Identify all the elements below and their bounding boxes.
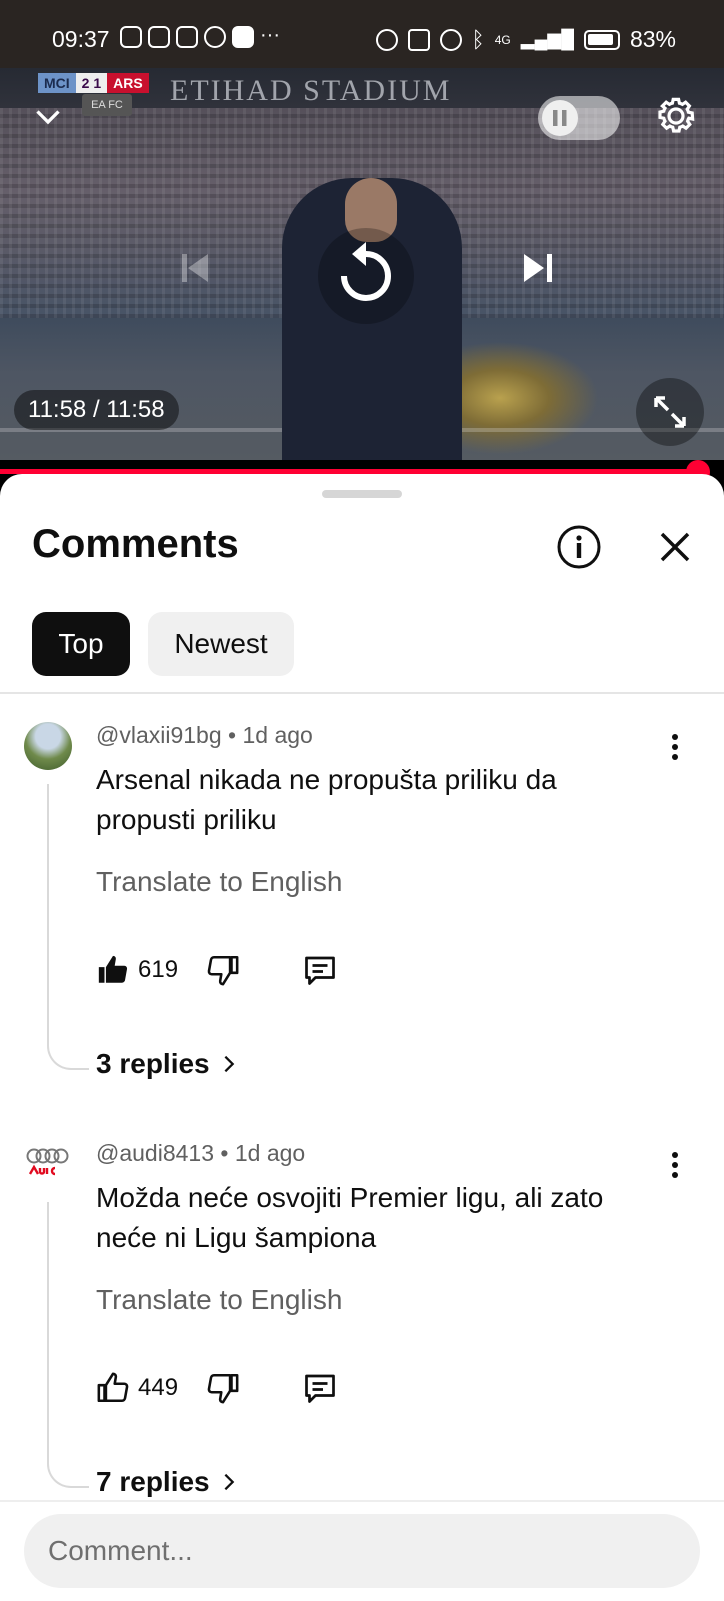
thread-line [47,784,89,1070]
youtube-icon [232,26,254,48]
dislike-button[interactable] [206,1371,240,1405]
comment-actions: 449 [96,1368,338,1408]
close-icon [660,532,690,562]
chat-icon [148,26,170,48]
autoplay-toggle[interactable] [538,96,620,140]
notification-icons: ··· [120,24,282,48]
thumbs-up-icon [97,1372,129,1403]
view-replies-button[interactable]: 7 replies [96,1466,240,1498]
info-button[interactable] [556,524,602,570]
replay-button[interactable] [318,228,414,324]
translate-link[interactable]: Translate to English [96,866,342,898]
skip-next-icon [524,254,552,282]
close-button[interactable] [654,526,696,568]
fullscreen-icon [654,396,686,428]
like-count: 449 [138,1374,179,1401]
comment-age: 1d ago [234,1140,306,1166]
like-button[interactable] [96,1371,130,1405]
translate-link[interactable]: Translate to English [96,1284,342,1316]
network-type: 4G [494,32,511,47]
away-team: ARS [107,73,149,93]
skip-previous-icon [182,254,208,282]
more-vertical-icon [672,734,678,760]
comment-age: 1d ago [242,722,313,748]
panel-title: Comments [32,522,239,566]
avatar[interactable] [24,722,72,770]
meta-separator: • [220,1140,235,1166]
alarm-icon [439,28,462,51]
comment-menu-button[interactable] [658,1148,692,1182]
reply-button[interactable] [302,1370,338,1406]
info-icon [557,525,601,569]
fullscreen-button[interactable] [636,378,704,446]
comment-author[interactable]: @vlaxii91bg [96,722,222,748]
battery-level: 83% [629,26,676,52]
thumbs-down-icon [207,955,239,986]
home-team: MCI [38,73,76,93]
replay-icon [341,242,391,301]
replies-label: 3 replies [96,1048,210,1079]
more-notifications-icon: ··· [260,24,280,46]
avatar[interactable] [24,1140,72,1188]
drag-handle[interactable] [322,490,402,498]
bluetooth-icon: ᛒ [471,26,485,52]
audi-rings-icon [26,1148,69,1176]
view-replies-button[interactable]: 3 replies [96,1048,240,1080]
comment-actions: 619 [96,950,338,990]
chevron-down-icon [36,110,60,125]
like-count: 619 [138,956,179,983]
comment-item: @vlaxii91bg • 1d ago Arsenal nikada ne p… [0,694,724,1114]
meta-separator: • [228,722,243,748]
nfc-icon [407,28,430,51]
more-vertical-icon [672,1152,678,1178]
comment-icon [305,1374,335,1403]
comment-text: Arsenal nikada ne propušta priliku da pr… [96,764,557,835]
messenger-icon [204,26,226,48]
comment-icon [305,956,335,985]
status-bar: 09:37 ··· ᛒ 4G ▂▄▆█ 83% [0,0,724,68]
match-score: 2 1 [75,73,108,93]
comment-meta: @audi8413 • 1d ago [96,1140,305,1167]
system-status: ᛒ 4G ▂▄▆█ 83% [375,26,676,53]
comments-panel: Comments Top Newest @vlaxii91bg • 1d ago… [0,474,724,1601]
filter-chip-newest[interactable]: Newest [148,612,294,676]
scoreboard: MCI 2 1 ARS [38,72,149,94]
instagram-icon [120,26,142,48]
comment-input[interactable] [24,1514,700,1588]
chevron-right-icon [224,1473,234,1491]
instagram-icon [176,26,198,48]
thumbs-down-icon [207,1373,239,1404]
comment-item: @audi8413 • 1d ago Možda neće osvojiti P… [0,1112,724,1532]
settings-button[interactable] [652,92,700,140]
time-display: 11:58 / 11:58 [14,390,179,430]
reply-button[interactable] [302,952,338,988]
comment-menu-button[interactable] [658,730,692,764]
comment-author[interactable]: @audi8413 [96,1140,214,1166]
signal-icon: ▂▄▆█ [520,29,574,49]
thread-line [47,1202,89,1488]
replies-label: 7 replies [96,1466,210,1497]
ea-fc-logo: EA FC [82,94,132,116]
gear-icon [658,97,695,133]
dislike-button[interactable] [206,953,240,987]
stadium-banner: ETIHAD STADIUM [170,74,452,107]
thumbs-up-filled-icon [98,955,128,983]
eye-icon [375,28,398,51]
comment-meta: @vlaxii91bg • 1d ago [96,722,313,749]
status-time: 09:37 [52,26,110,52]
chevron-right-icon [224,1055,234,1073]
pause-icon [542,100,578,136]
comment-composer [0,1500,724,1601]
like-button[interactable] [96,953,130,987]
filter-chip-top[interactable]: Top [32,612,130,676]
comment-text: Možda neće osvojiti Premier ligu, ali za… [96,1182,604,1253]
next-video-button[interactable] [514,244,562,292]
battery-icon [583,29,620,50]
minimize-player-button[interactable] [30,98,66,134]
previous-video-button[interactable] [172,244,220,292]
video-player[interactable]: ETIHAD STADIUM MCI 2 1 ARS EA FC 11:58 /… [0,68,724,460]
